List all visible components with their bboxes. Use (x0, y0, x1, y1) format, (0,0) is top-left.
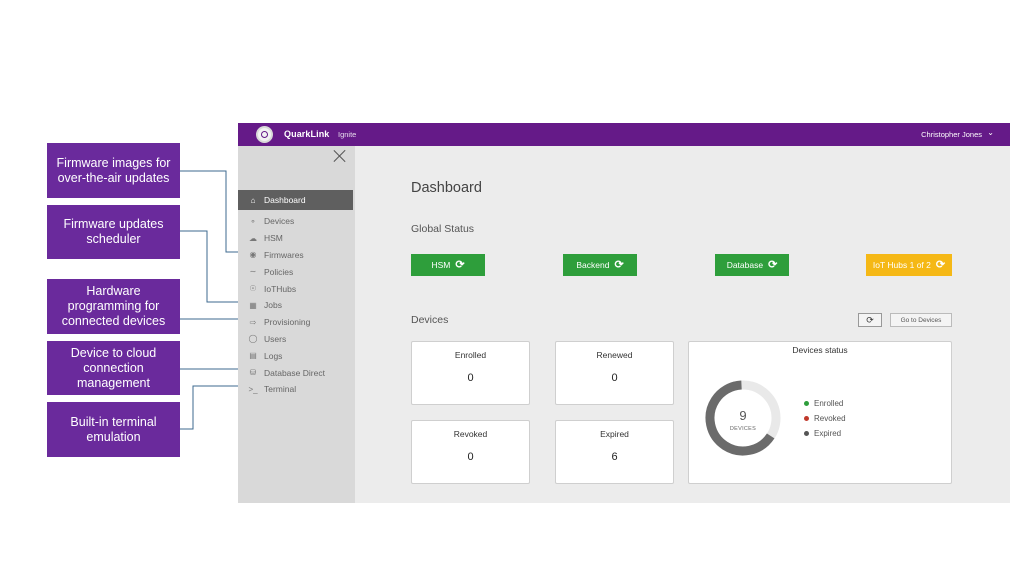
sidebar-item-label: Database Direct (264, 367, 325, 378)
devices-count: 9 (739, 408, 747, 423)
callout-firmware-scheduler: Firmware updates scheduler (47, 205, 180, 259)
sidebar: ⌂ Dashboard ⚬ Devices ☁ HSM ◉ Firmwares ∼ Pol… (238, 146, 355, 503)
home-icon: ⌂ (250, 195, 256, 205)
logs-icon: ▤ (249, 351, 257, 361)
card-value: 0 (467, 451, 474, 463)
sidebar-item-label: Users (264, 333, 287, 344)
provision-icon: ⇨ (249, 317, 257, 327)
sidebar-item-label: Logs (264, 350, 283, 361)
sidebar-item-label: Terminal (264, 384, 297, 395)
status-button-label: Database (726, 260, 764, 270)
callout-hardware-programming: Hardware programming for connected devic… (47, 279, 180, 334)
sidebar-item-label: Devices (264, 216, 295, 227)
slide: Firmware images for over-the-air updates… (0, 0, 1024, 576)
sidebar-item-hsm[interactable]: ☁ HSM (238, 230, 353, 247)
refresh-icon: ⟳ (768, 259, 778, 271)
sidebar-item-jobs[interactable]: ▦ Jobs (238, 297, 353, 314)
legend-dot (804, 401, 809, 406)
status-button-label: IoT Hubs 1 of 2 (872, 260, 931, 270)
leader-line-terminal (180, 385, 240, 430)
legend-expired: Expired (804, 429, 841, 438)
refresh-icon: ⟳ (455, 259, 465, 271)
sidebar-item-label: Policies (264, 266, 294, 277)
terminal-icon: >_ (248, 384, 258, 394)
firmware-icon: ◉ (249, 250, 257, 260)
sidebar-item-iothubs[interactable]: ☉ IoTHubs (238, 280, 353, 297)
database-icon: ⛁ (249, 368, 257, 378)
legend-label: Expired (814, 429, 842, 438)
card-label: Enrolled (454, 350, 487, 360)
devices-section-title: Devices (411, 314, 449, 326)
policy-icon: ∼ (249, 267, 257, 277)
card-value: 6 (611, 451, 618, 463)
status-button-iot-hubs[interactable]: IoT Hubs 1 of 2 ⟳ (866, 254, 952, 276)
devices-status-title: Devices status (792, 345, 848, 355)
sidebar-item-label: Dashboard (264, 195, 306, 205)
app-window: QuarkLink Ignite Christopher Jones ⌄ ⌂ Da… (238, 123, 1010, 503)
hub-icon: ☉ (249, 284, 257, 294)
refresh-icon: ⟳ (614, 259, 624, 271)
sidebar-item-devices[interactable]: ⚬ Devices (238, 213, 353, 230)
card-label: Revoked (453, 429, 488, 439)
sidebar-item-terminal[interactable]: >_ Terminal (238, 381, 353, 398)
callout-terminal: Built-in terminal emulation (47, 402, 180, 457)
status-button-database[interactable]: Database ⟳ (715, 254, 789, 276)
devices-status-card: Devices status 9 DEVICES Enrolled Revoke… (688, 341, 952, 484)
devices-refresh-button[interactable]: ⟳ (858, 313, 882, 327)
sidebar-item-logs[interactable]: ▤ Logs (238, 347, 353, 364)
refresh-icon: ⟳ (866, 314, 874, 325)
legend-dot (804, 431, 809, 436)
sidebar-item-dashboard[interactable]: ⌂ Dashboard (238, 190, 353, 210)
sidebar-item-users[interactable]: ◯ Users (238, 331, 353, 348)
page-title: Dashboard (411, 180, 482, 196)
status-button-label: Backend (576, 260, 610, 270)
leader-line-jobs (180, 230, 240, 303)
global-status-title: Global Status (411, 223, 475, 235)
sidebar-item-provisioning[interactable]: ⇨ Provisioning (238, 314, 353, 331)
card-value: 0 (611, 372, 618, 384)
card-enrolled: Enrolled 0 (411, 341, 530, 405)
chevron-down-icon[interactable]: ⌄ (987, 128, 994, 137)
legend-dot (804, 416, 809, 421)
card-value: 0 (467, 372, 474, 384)
sidebar-item-firmwares[interactable]: ◉ Firmwares (238, 247, 353, 264)
card-label: Expired (600, 429, 629, 439)
sidebar-item-label: Provisioning (264, 317, 311, 328)
sidebar-item-label: Jobs (264, 300, 282, 311)
top-bar: QuarkLink Ignite Christopher Jones ⌄ (238, 123, 1010, 146)
brand-edition: Ignite (338, 130, 357, 139)
card-renewed: Renewed 0 (555, 341, 674, 405)
sidebar-item-label: HSM (264, 233, 283, 244)
legend-revoked: Revoked (804, 414, 846, 423)
logo-icon[interactable] (256, 126, 273, 143)
calendar-icon: ▦ (249, 300, 257, 310)
main-content: Dashboard Global Status HSM ⟳ Backend ⟳ Da… (355, 146, 1010, 503)
status-button-label: HSM (431, 260, 451, 270)
card-revoked: Revoked 0 (411, 420, 530, 484)
callout-cloud-connection: Device to cloud connection management (47, 341, 180, 395)
sidebar-nav: ⌂ Dashboard ⚬ Devices ☁ HSM ◉ Firmwares ∼ Pol… (238, 190, 353, 398)
status-button-backend[interactable]: Backend ⟳ (563, 254, 637, 276)
users-icon: ◯ (248, 334, 258, 344)
card-expired: Expired 6 (555, 420, 674, 484)
refresh-icon: ⟳ (935, 259, 946, 271)
leader-line-firmwares (180, 170, 240, 253)
go-to-devices-button[interactable]: Go to Devices (890, 313, 952, 327)
devices-icon: ⚬ (249, 216, 257, 226)
legend-enrolled: Enrolled (804, 399, 843, 408)
sidebar-item-label: IoTHubs (264, 283, 297, 294)
status-button-hsm[interactable]: HSM ⟳ (411, 254, 485, 276)
sidebar-item-policies[interactable]: ∼ Policies (238, 263, 353, 280)
legend-label: Revoked (814, 414, 846, 423)
card-label: Renewed (596, 350, 633, 360)
sidebar-item-database-direct[interactable]: ⛁ Database Direct (238, 364, 353, 381)
cloud-icon: ☁ (249, 233, 257, 243)
callout-firmware-images: Firmware images for over-the-air updates (47, 143, 180, 198)
user-menu[interactable]: Christopher Jones (921, 130, 982, 139)
brand-name: QuarkLink (284, 129, 330, 139)
devices-count-label: DEVICES (729, 426, 757, 432)
sidebar-item-label: Firmwares (264, 249, 304, 260)
close-icon[interactable] (333, 149, 347, 163)
legend-label: Enrolled (814, 399, 844, 408)
